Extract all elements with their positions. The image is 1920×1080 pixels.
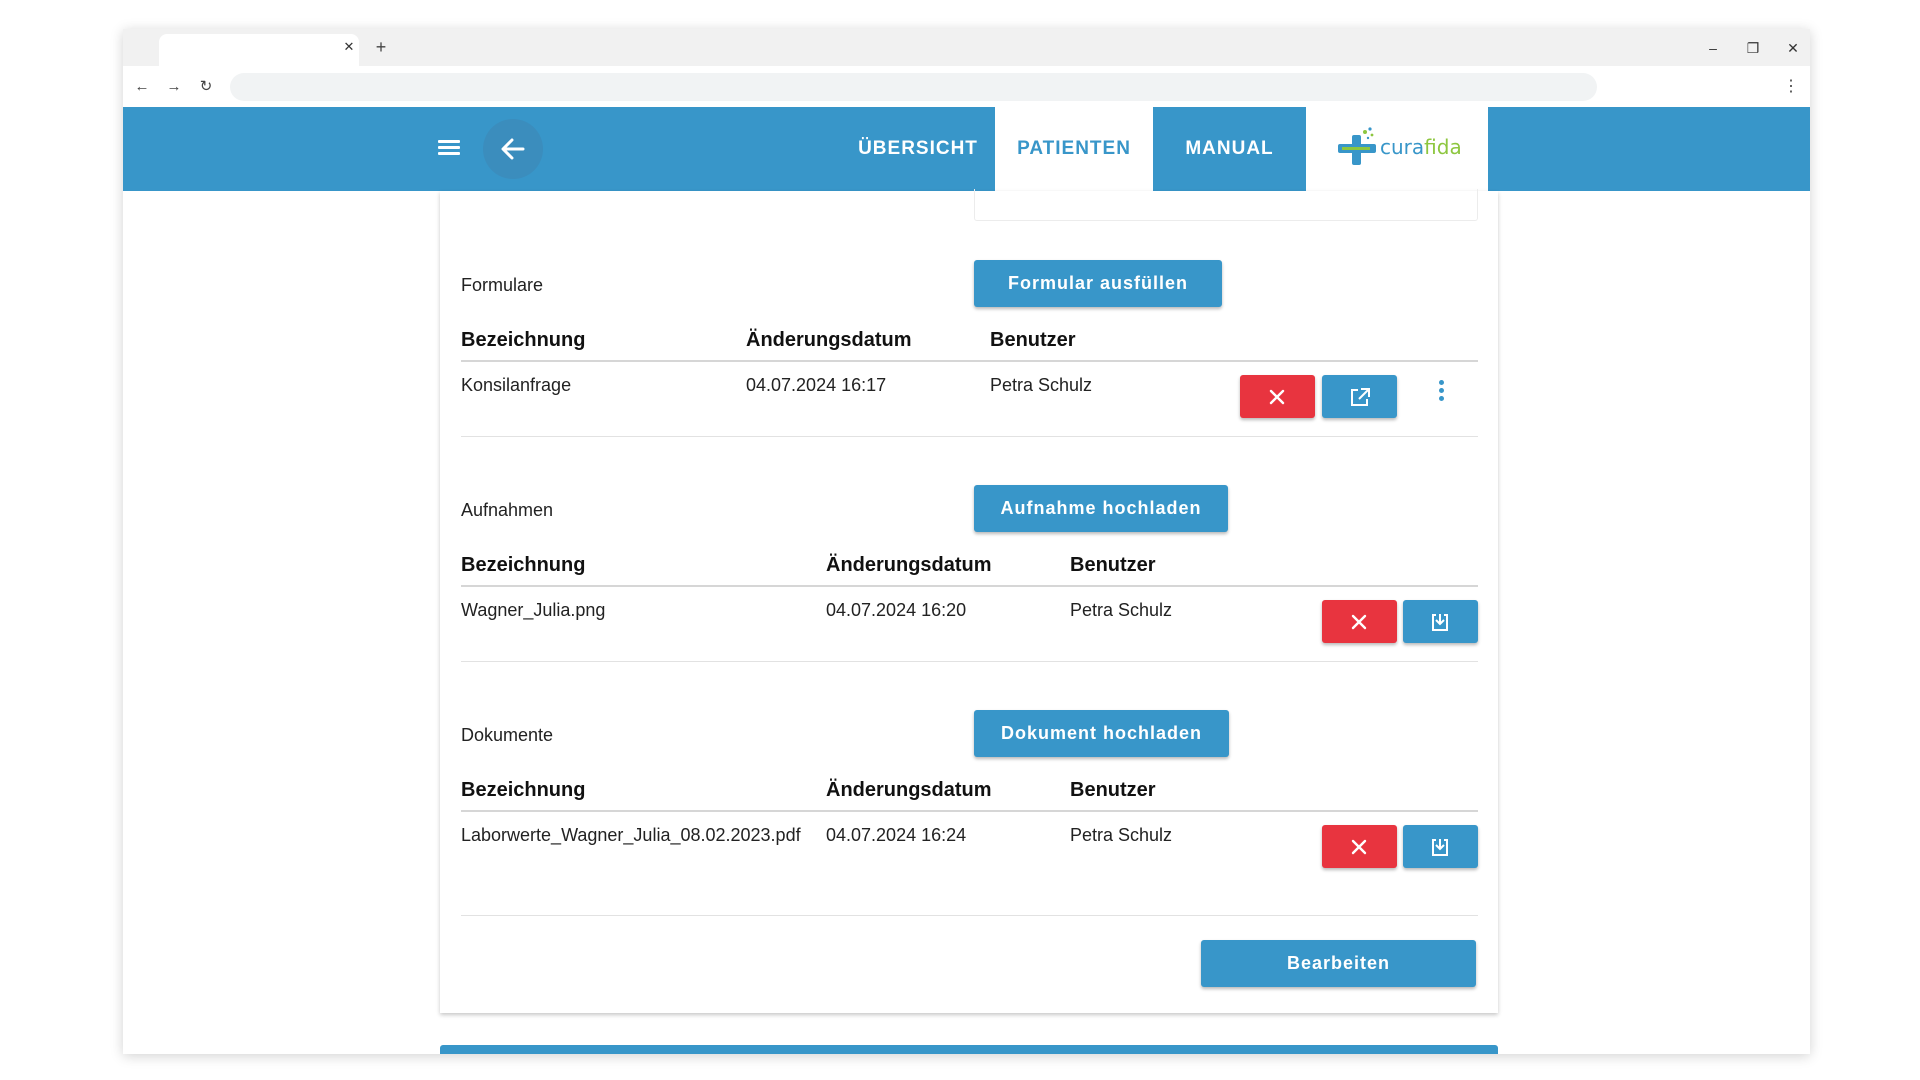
forms-label: Formulare: [461, 275, 544, 295]
delete-document-button[interactable]: [1322, 825, 1397, 868]
close-icon: [1351, 614, 1367, 630]
open-form-button[interactable]: [1322, 375, 1397, 418]
recordings-row-date: 04.07.2024 16:20: [826, 600, 967, 620]
recordings-header-divider: [461, 585, 1478, 587]
forms-header-name: Bezeichnung: [461, 329, 586, 351]
browser-back-icon[interactable]: ←: [131, 76, 153, 98]
tab-patients[interactable]: PATIENTEN: [995, 107, 1153, 191]
fill-form-button[interactable]: Formular ausfüllen: [974, 260, 1222, 307]
documents-row-name: Laborwerte_Wagner_Julia_08.02.2023.pdf: [461, 825, 801, 845]
edit-button[interactable]: Bearbeiten: [1201, 940, 1476, 987]
card-field-stub: [974, 189, 1478, 221]
browser-tabbar: ✕ + – ❐ ✕: [123, 29, 1810, 66]
documents-row-user: Petra Schulz: [1070, 825, 1173, 845]
window-close-icon[interactable]: ✕: [1783, 38, 1803, 58]
browser-forward-icon[interactable]: →: [163, 76, 185, 98]
recordings-row-name: Wagner_Julia.png: [461, 600, 606, 620]
upload-document-button[interactable]: Dokument hochladen: [974, 710, 1229, 757]
download-icon: [1432, 614, 1448, 631]
tab-manual[interactable]: MANUAL: [1153, 107, 1306, 191]
browser-window: ✕ + – ❐ ✕ ← → ↻ ⋮ ÜBERSICHT PATIENTEN MA…: [123, 29, 1810, 1054]
recordings-header-name: Bezeichnung: [461, 554, 586, 576]
browser-tab[interactable]: [159, 34, 359, 66]
documents-row-date: 04.07.2024 16:24: [826, 825, 967, 845]
close-icon: [1351, 839, 1367, 855]
documents-header-divider: [461, 810, 1478, 812]
recordings-row-divider: [461, 661, 1478, 662]
forms-row-name: Konsilanfrage: [461, 375, 572, 395]
reload-icon[interactable]: ↻: [195, 76, 217, 98]
browser-toolbar: ← → ↻ ⋮: [123, 66, 1810, 107]
documents-header-user: Benutzer: [1070, 779, 1156, 801]
browser-menu-icon[interactable]: ⋮: [1783, 76, 1799, 98]
close-icon: [1269, 389, 1285, 405]
tab-close-icon[interactable]: ✕: [341, 39, 357, 55]
documents-row-divider: [461, 915, 1478, 916]
upload-recording-button[interactable]: Aufnahme hochladen: [974, 485, 1228, 532]
logo-text: curafida: [1380, 135, 1462, 159]
recordings-header-user: Benutzer: [1070, 554, 1156, 576]
documents-header-name: Bezeichnung: [461, 779, 586, 801]
new-tab-icon[interactable]: +: [371, 37, 391, 57]
recordings-label: Aufnahmen: [461, 500, 554, 520]
documents-label: Dokumente: [461, 725, 554, 745]
tab-overview[interactable]: ÜBERSICHT: [843, 107, 993, 191]
download-document-button[interactable]: [1403, 825, 1478, 868]
logo: curafida: [1306, 107, 1488, 191]
forms-row-user: Petra Schulz: [990, 375, 1093, 395]
open-external-icon: [1351, 388, 1370, 406]
back-button[interactable]: [483, 119, 543, 179]
download-recording-button[interactable]: [1403, 600, 1478, 643]
menu-icon[interactable]: [437, 137, 461, 161]
restore-icon[interactable]: ❐: [1743, 38, 1763, 58]
patient-files-card: Formulare Formular ausfüllen Bezeichnung…: [440, 189, 1498, 1013]
app-header: ÜBERSICHT PATIENTEN MANUAL curafida: [123, 107, 1810, 191]
delete-form-button[interactable]: [1240, 375, 1315, 418]
logo-cross-icon: [1338, 127, 1376, 165]
arrow-left-icon: [501, 138, 525, 160]
download-icon: [1432, 839, 1448, 856]
forms-header-divider: [461, 360, 1478, 362]
recordings-row-user: Petra Schulz: [1070, 600, 1173, 620]
more-vert-icon[interactable]: [1429, 377, 1453, 417]
address-input[interactable]: [230, 73, 1597, 101]
forms-row-divider: [461, 436, 1478, 437]
recordings-header-date: Änderungsdatum: [826, 554, 992, 576]
forms-header-date: Änderungsdatum: [746, 329, 912, 351]
delete-recording-button[interactable]: [1322, 600, 1397, 643]
minimize-icon[interactable]: –: [1703, 38, 1723, 58]
forms-header-user: Benutzer: [990, 329, 1076, 351]
forms-row-date: 04.07.2024 16:17: [746, 375, 887, 395]
documents-header-date: Änderungsdatum: [826, 779, 992, 801]
next-card-header: [440, 1045, 1498, 1054]
